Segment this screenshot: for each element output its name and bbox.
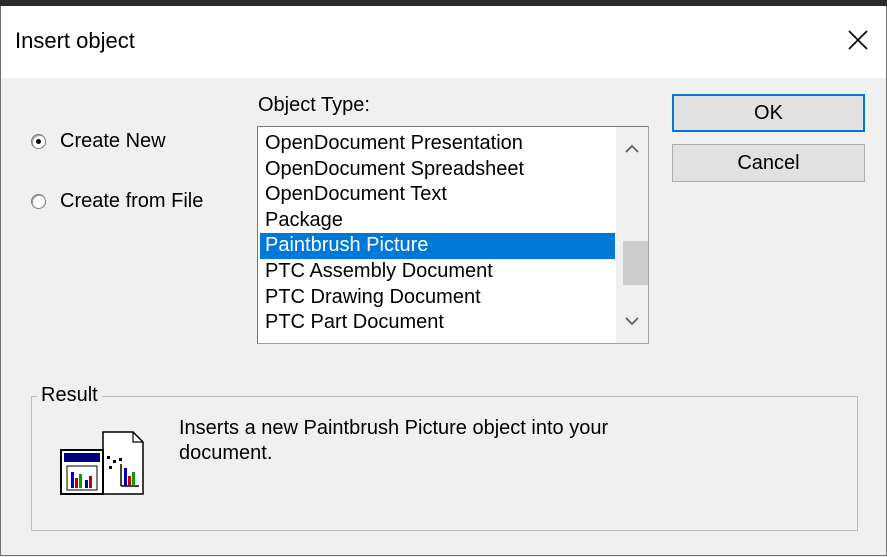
- list-item[interactable]: OpenDocument Spreadsheet: [260, 157, 615, 183]
- scroll-thumb[interactable]: [623, 241, 648, 285]
- cancel-button[interactable]: Cancel: [672, 144, 865, 182]
- list-item-selected[interactable]: Paintbrush Picture: [260, 233, 615, 259]
- insert-object-dialog: Insert object Create New Create from Fil…: [0, 6, 887, 556]
- object-type-items: OpenDocument Presentation OpenDocument S…: [260, 131, 615, 336]
- close-button[interactable]: [838, 20, 878, 60]
- ok-button[interactable]: OK: [672, 94, 865, 132]
- list-scrollbar[interactable]: [616, 127, 648, 343]
- list-item[interactable]: PTC Drawing Document: [260, 285, 615, 311]
- chevron-up-icon: [625, 144, 639, 153]
- list-item[interactable]: OpenDocument Text: [260, 182, 615, 208]
- create-from-file-option[interactable]: Create from File: [31, 190, 203, 213]
- create-new-option[interactable]: Create New: [31, 130, 166, 153]
- list-item[interactable]: PTC Assembly Document: [260, 259, 615, 285]
- chevron-down-icon: [625, 317, 639, 326]
- object-insert-icon: [60, 431, 144, 495]
- object-type-label: Object Type:: [258, 94, 370, 116]
- title-bar: Insert object: [1, 6, 886, 78]
- close-icon: [848, 30, 868, 50]
- create-new-label: Create New: [60, 130, 166, 152]
- result-description: Inserts a new Paintbrush Picture object …: [179, 417, 609, 464]
- create-new-radio[interactable]: [31, 134, 46, 149]
- scroll-down-button[interactable]: [616, 307, 648, 335]
- object-type-list[interactable]: OpenDocument Presentation OpenDocument S…: [257, 126, 649, 344]
- list-item[interactable]: Package: [260, 208, 615, 234]
- create-from-file-radio[interactable]: [31, 194, 46, 209]
- list-item[interactable]: PTC Part Document: [260, 310, 615, 336]
- dialog-title: Insert object: [15, 28, 135, 53]
- create-from-file-label: Create from File: [60, 190, 204, 212]
- result-legend: Result: [37, 384, 102, 407]
- scroll-up-button[interactable]: [616, 135, 648, 163]
- list-item[interactable]: OpenDocument Presentation: [260, 131, 615, 157]
